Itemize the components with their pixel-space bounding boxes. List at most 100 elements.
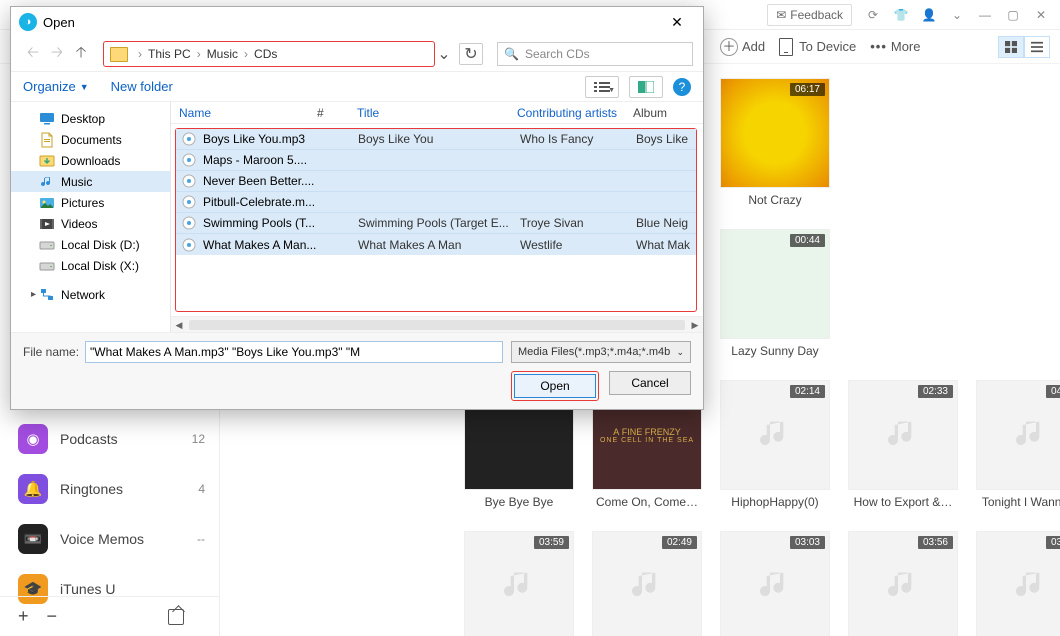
app-icon: ◑ <box>19 13 37 31</box>
shop-icon[interactable]: 👕 <box>888 4 914 26</box>
duration-badge: 02:14 <box>790 385 825 398</box>
chevron-right-icon: ▸ <box>31 289 36 300</box>
nav-refresh-button[interactable]: ↻ <box>459 43 483 65</box>
help-button[interactable]: ? <box>673 78 691 96</box>
window-close-button[interactable]: ✕ <box>1028 4 1054 26</box>
organize-button[interactable]: Organize <box>23 79 76 94</box>
sidebar-item-voice-memos[interactable]: 📼Voice Memos-- <box>0 514 219 564</box>
breadcrumb-dropdown-button[interactable]: ⌄ <box>435 44 453 64</box>
list-view-button[interactable] <box>1024 36 1050 58</box>
dialog-title: Open <box>43 15 75 30</box>
file-row[interactable]: Never Been Better.... <box>176 171 696 192</box>
nav-back-button[interactable]: 🡠 <box>21 42 45 66</box>
music-tile[interactable]: 02:14HiphopHappy(0) <box>720 380 830 509</box>
column-title[interactable]: Title <box>357 106 517 120</box>
refresh-icon[interactable]: ⟳ <box>860 4 886 26</box>
menu-chevron-icon[interactable]: ⌄ <box>944 4 970 26</box>
file-row[interactable]: What Makes A Man...What Makes A ManWestl… <box>176 234 696 255</box>
disk-icon <box>39 237 55 253</box>
duration-badge: 03:24 <box>1046 536 1060 549</box>
feedback-button[interactable]: ✉Feedback <box>767 4 852 26</box>
tree-item-videos[interactable]: Videos <box>11 213 170 234</box>
tree-item-desktop[interactable]: Desktop <box>11 108 170 129</box>
grid-view-button[interactable] <box>998 36 1024 58</box>
horizontal-scrollbar[interactable]: ◀▶ <box>171 316 703 332</box>
window-maximize-button[interactable]: ▢ <box>1000 4 1026 26</box>
duration-badge: 02:33 <box>918 385 953 398</box>
organize-dropdown-icon[interactable]: ▼ <box>80 82 89 92</box>
audio-file-icon <box>182 174 196 188</box>
audio-file-icon <box>182 216 196 230</box>
tree-item-documents[interactable]: Documents <box>11 129 170 150</box>
file-list: Name # Title Contributing artists Album … <box>171 102 703 332</box>
column-artists[interactable]: Contributing artists <box>517 106 633 120</box>
duration-badge: 04:19 <box>1046 385 1060 398</box>
sidebar-add-button[interactable]: + <box>18 606 29 627</box>
music-tile[interactable]: 00:44Lazy Sunny Day <box>720 229 830 358</box>
music-tile[interactable]: 03:56 <box>848 531 958 636</box>
phone-icon <box>779 38 793 56</box>
tree-item-network[interactable]: ▸Network <box>11 284 170 305</box>
breadcrumb-segment[interactable]: Music <box>204 45 241 63</box>
scroll-right-icon[interactable]: ▶ <box>687 317 703 332</box>
audio-file-icon <box>182 132 196 146</box>
audio-file-icon <box>182 153 196 167</box>
music-tile[interactable]: 03:24 <box>976 531 1060 636</box>
music-tile[interactable]: 02:49 <box>592 531 702 636</box>
file-row[interactable]: Swimming Pools (T...Swimming Pools (Targ… <box>176 213 696 234</box>
music-tile[interactable]: 06:17Not Crazy <box>720 78 830 207</box>
breadcrumb-segment[interactable]: This PC <box>145 45 194 63</box>
to-device-button[interactable]: To Device <box>779 38 856 56</box>
column-album[interactable]: Album <box>633 106 703 120</box>
more-icon: ••• <box>870 39 887 54</box>
music-tile[interactable]: 03:59 <box>464 531 574 636</box>
breadcrumb-segment[interactable]: CDs <box>251 45 280 63</box>
nav-up-button[interactable]: 🡡 <box>69 42 93 66</box>
music-note-icon <box>1011 566 1051 606</box>
desktop-icon <box>39 111 55 127</box>
sidebar-export-button[interactable] <box>168 609 184 625</box>
view-details-button[interactable]: ▼ <box>585 76 619 98</box>
open-button-highlight: Open <box>511 371 599 401</box>
window-minimize-button[interactable]: — <box>972 4 998 26</box>
column-number[interactable]: # <box>317 106 357 120</box>
duration-badge: 00:44 <box>790 234 825 247</box>
music-tile[interactable]: 04:19Tonight I Wanna… <box>976 380 1060 509</box>
view-switcher <box>998 36 1050 58</box>
dialog-footer: File name: Media Files(*.mp3;*.m4a;*.m4b… <box>11 332 703 409</box>
music-tile[interactable]: 02:33How to Export &… <box>848 380 958 509</box>
file-name-input[interactable] <box>85 341 503 363</box>
file-type-select[interactable]: Media Files(*.mp3;*.m4a;*.m4b⌄ <box>511 341 691 363</box>
view-preview-button[interactable] <box>629 76 663 98</box>
scroll-left-icon[interactable]: ◀ <box>171 317 187 332</box>
music-tile[interactable]: 03:03 <box>720 531 830 636</box>
duration-badge: 03:59 <box>534 536 569 549</box>
duration-badge: 02:49 <box>662 536 697 549</box>
file-row[interactable]: Pitbull-Celebrate.m... <box>176 192 696 213</box>
file-row[interactable]: Maps - Maroon 5.... <box>176 150 696 171</box>
column-name[interactable]: Name <box>179 106 317 120</box>
cancel-button[interactable]: Cancel <box>609 371 691 395</box>
tree-item-pictures[interactable]: Pictures <box>11 192 170 213</box>
tree-item-local-disk-d[interactable]: Local Disk (D:) <box>11 234 170 255</box>
voice-memos-icon: 📼 <box>18 524 48 554</box>
new-folder-button[interactable]: New folder <box>111 79 173 94</box>
search-input[interactable]: 🔍 Search CDs <box>497 42 693 66</box>
sidebar-item-podcasts[interactable]: ◉Podcasts12 <box>0 414 219 464</box>
sidebar-remove-button[interactable]: − <box>47 606 58 627</box>
plus-icon: ＋ <box>720 38 738 56</box>
open-button[interactable]: Open <box>514 374 596 398</box>
sidebar-item-ringtones[interactable]: 🔔Ringtones4 <box>0 464 219 514</box>
dialog-close-button[interactable]: ✕ <box>657 11 697 33</box>
more-button[interactable]: •••More <box>870 39 920 54</box>
add-button[interactable]: ＋Add <box>720 38 765 56</box>
breadcrumb[interactable]: › This PC › Music › CDs <box>106 45 432 63</box>
music-note-icon <box>1011 415 1051 455</box>
file-row[interactable]: Boys Like You.mp3Boys Like YouWho Is Fan… <box>176 129 696 150</box>
mail-icon: ✉ <box>776 8 786 22</box>
tree-item-music[interactable]: Music <box>11 171 170 192</box>
account-icon[interactable]: 👤 <box>916 4 942 26</box>
nav-forward-button[interactable]: 🡢 <box>45 42 69 66</box>
tree-item-local-disk-x[interactable]: Local Disk (X:) <box>11 255 170 276</box>
tree-item-downloads[interactable]: Downloads <box>11 150 170 171</box>
